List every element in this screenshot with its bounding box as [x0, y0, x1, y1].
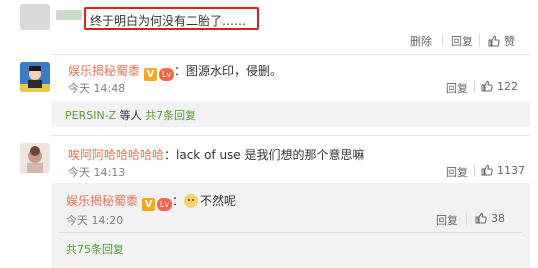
divider	[51, 135, 530, 136]
divider	[442, 34, 443, 46]
reply-button[interactable]: 回复	[451, 33, 473, 49]
highlighted-comment: 终于明白为何没有二胎了……	[84, 7, 259, 30]
username[interactable]: 唉阿阿哈哈哈哈哈	[68, 148, 164, 162]
view-all-replies-link[interactable]: 共75条回复	[66, 241, 124, 257]
divider	[474, 165, 475, 177]
avatar-image	[20, 62, 50, 92]
like-count: 122	[497, 80, 518, 93]
username[interactable]: PERSIN-Z	[65, 109, 116, 122]
comment-text: ：lack of use 是我们想的那个意思嘛	[164, 148, 365, 162]
divider	[51, 54, 530, 55]
divider	[466, 213, 467, 225]
timestamp: 今天 14:13	[68, 166, 126, 179]
verified-badge: V	[144, 68, 158, 81]
divider	[474, 81, 475, 93]
others-label: 等人	[116, 109, 142, 122]
name-placeholder	[56, 10, 82, 20]
like-button[interactable]: 122	[481, 80, 518, 93]
level-badge: Lv	[159, 68, 175, 81]
username[interactable]: 娱乐揭秘蜀黍	[68, 64, 140, 78]
like-button[interactable]: 38	[475, 212, 505, 225]
verified-badge: V	[142, 198, 156, 211]
view-replies-link[interactable]: 共7条回复	[145, 109, 196, 122]
like-count: 38	[491, 212, 505, 225]
comment: 娱乐揭秘蜀黍 V Lv ：图源水印，侵删。	[68, 62, 282, 81]
comment: 唉阿阿哈哈哈哈哈：lack of use 是我们想的那个意思嘛	[68, 146, 365, 163]
thumbs-up-icon	[488, 35, 500, 47]
emoji-icon	[184, 194, 199, 208]
divider	[479, 34, 480, 46]
like-button[interactable]: 赞	[488, 33, 515, 49]
reply-button[interactable]: 回复	[436, 212, 458, 228]
timestamp: 今天 14:20	[66, 214, 124, 227]
username[interactable]: 娱乐揭秘蜀黍	[66, 194, 138, 208]
divider	[59, 232, 522, 233]
like-label: 赞	[504, 35, 515, 48]
level-badge: Lv	[157, 198, 173, 211]
comment-text: 终于明白为何没有二胎了……	[90, 14, 247, 28]
reply: 娱乐揭秘蜀黍 V Lv：不然呢	[66, 194, 237, 211]
avatar-image	[20, 143, 50, 173]
reply-text: 不然呢	[200, 194, 237, 208]
avatar[interactable]	[20, 143, 50, 173]
like-button[interactable]: 1137	[481, 164, 525, 177]
thumbs-up-icon	[475, 212, 487, 224]
thumbs-up-icon	[481, 80, 493, 92]
comment-text: ：图源水印，侵删。	[174, 64, 283, 78]
sub-replies-summary: PERSIN-Z 等人 共7条回复	[51, 101, 530, 127]
thumbs-up-icon	[481, 164, 493, 176]
delete-button[interactable]: 删除	[410, 33, 432, 49]
like-count: 1137	[497, 164, 525, 177]
avatar[interactable]	[20, 4, 50, 30]
reply-button[interactable]: 回复	[446, 164, 468, 180]
timestamp: 今天 14:48	[68, 82, 126, 95]
sub-replies-row: PERSIN-Z 等人 共7条回复	[65, 107, 196, 123]
reply-button[interactable]: 回复	[446, 80, 468, 96]
avatar[interactable]	[20, 62, 50, 92]
